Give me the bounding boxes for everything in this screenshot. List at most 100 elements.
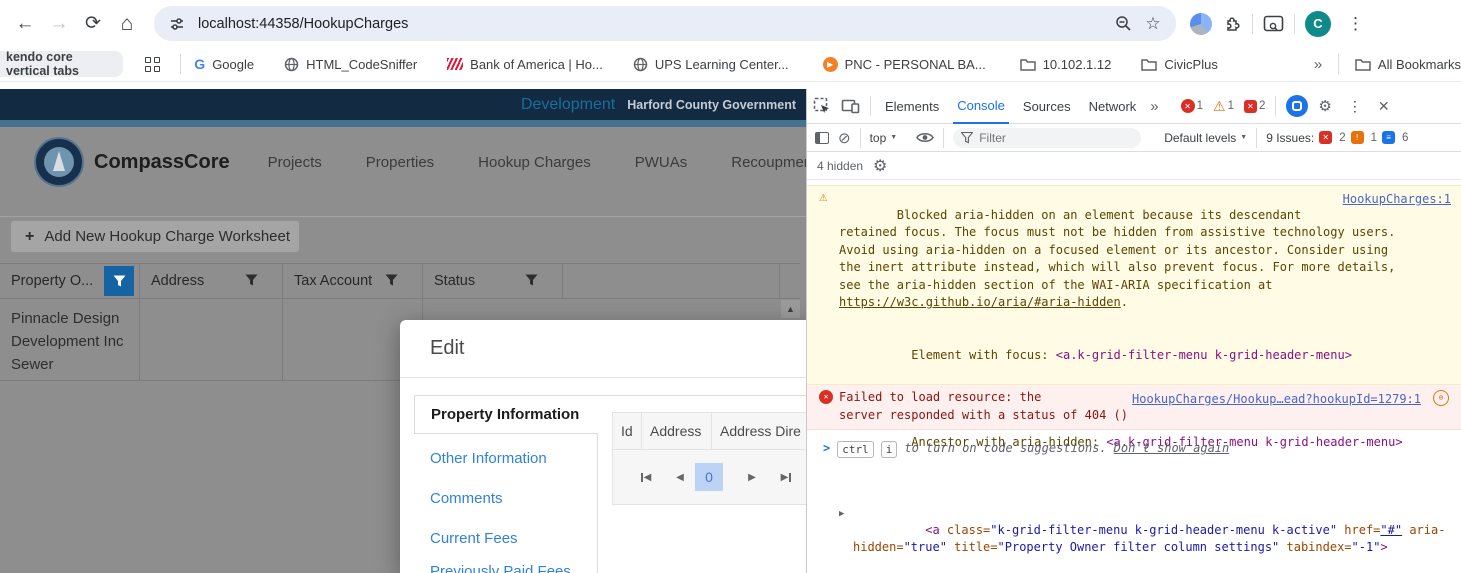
issue-bubble-badge[interactable]: ✕ 2 xyxy=(1244,99,1265,113)
bookmark-pnc[interactable]: ▶ PNC - PERSONAL BA... xyxy=(822,56,986,72)
chrome-menu-icon[interactable]: ⋮ xyxy=(1341,14,1370,34)
bookmark-google[interactable]: G Google xyxy=(194,56,254,72)
profile-avatar[interactable]: C xyxy=(1305,10,1331,37)
filter-menu-active-button[interactable] xyxy=(104,266,134,296)
hidden-messages-label: 4 hidden xyxy=(817,158,864,173)
tab-group-chip[interactable]: kendo core vertical tabs xyxy=(0,50,123,78)
levels-label: Default levels xyxy=(1164,130,1237,145)
next-page-icon: ▶ xyxy=(748,471,756,483)
column-header-tax-account[interactable]: Tax Account xyxy=(283,264,423,298)
device-toolbar-icon[interactable] xyxy=(841,98,860,114)
column-header-address[interactable]: Address xyxy=(140,264,283,298)
red-issue-count: 2 xyxy=(1339,131,1346,144)
column-label: Status xyxy=(434,273,476,289)
tab-console[interactable]: Console xyxy=(953,89,1009,124)
nav-item-projects[interactable]: Projects xyxy=(268,154,322,171)
home-icon[interactable]: ⌂ xyxy=(110,7,144,41)
log-levels-select[interactable]: Default levels ▼ xyxy=(1164,131,1247,145)
tab-previously-paid-fees[interactable]: Previously Paid Fees xyxy=(430,563,571,573)
error-source-link[interactable]: HookupCharges/Hookup…ead?hookupId=1279:1 xyxy=(1132,391,1421,409)
modal-column-address-direction[interactable]: Address Dire xyxy=(712,413,806,449)
nav-item-properties[interactable]: Properties xyxy=(366,154,434,171)
grid-scrollbar-up[interactable]: ▲ xyxy=(781,300,800,318)
bookmark-folder-civicplus[interactable]: CivicPlus xyxy=(1141,56,1218,72)
tab-other-information[interactable]: Other Information xyxy=(430,450,547,467)
live-expression-eye-icon[interactable] xyxy=(916,131,935,144)
forward-icon[interactable]: → xyxy=(42,7,76,41)
bookmark-folder-ip[interactable]: 10.102.1.12 xyxy=(1019,57,1111,72)
column-header-property-owner[interactable]: Property O... xyxy=(0,264,140,298)
devtools-ai-assistance-icon[interactable] xyxy=(1286,95,1309,117)
browser-chrome: ← → ⟳ ⌂ localhost:44358/HookupCharges ☆ xyxy=(0,0,1461,89)
add-worksheet-button[interactable]: + Add New Hookup Charge Worksheet xyxy=(10,220,300,253)
href-value-link[interactable]: "#" xyxy=(1380,523,1402,537)
bookmark-ups-learning[interactable]: UPS Learning Center... xyxy=(633,57,789,72)
tab-current-fees[interactable]: Current Fees xyxy=(430,530,518,547)
more-tabs-icon[interactable]: » xyxy=(1150,98,1158,115)
url-text[interactable]: localhost:44358/HookupCharges xyxy=(198,16,1112,32)
element-preview[interactable]: ▶ <a class="k-grid-filter-menu k-grid-hea… xyxy=(839,504,1449,573)
pager-first-icon[interactable]: ◀ xyxy=(633,464,659,490)
reload-icon[interactable]: ⟳ xyxy=(76,7,110,41)
dont-show-again-link[interactable]: Don't show again xyxy=(1114,440,1230,458)
tab-network[interactable]: Network xyxy=(1085,89,1141,124)
pager-current-page[interactable]: 0 xyxy=(695,463,723,491)
nav-item-pwuas[interactable]: PWUAs xyxy=(635,154,688,171)
modal-column-address[interactable]: Address xyxy=(642,413,712,449)
all-bookmarks[interactable]: All Bookmarks xyxy=(1355,57,1461,72)
pager-next-icon[interactable]: ▶ xyxy=(739,464,765,490)
console-filter-box[interactable] xyxy=(953,127,1142,148)
address-bar[interactable]: localhost:44358/HookupCharges ☆ xyxy=(154,6,1176,41)
toolbar-divider xyxy=(943,127,945,148)
compasscore-logo[interactable] xyxy=(34,137,84,187)
error-count-badge[interactable]: ✕ 1 xyxy=(1180,99,1203,113)
zoom-out-icon[interactable] xyxy=(1112,13,1134,35)
brand-title[interactable]: CompassCore xyxy=(94,151,230,174)
bookmark-html-codesniffer[interactable]: HTML_CodeSniffer xyxy=(284,57,417,72)
tab-elements[interactable]: Elements xyxy=(881,89,943,124)
focus-node-link[interactable]: <a.k-grid-filter-menu k-grid-header-menu… xyxy=(1056,348,1352,362)
bookmark-star-icon[interactable]: ☆ xyxy=(1142,13,1164,35)
back-icon[interactable]: ← xyxy=(8,7,42,41)
show-console-sidebar-icon[interactable] xyxy=(815,131,829,144)
tab-sources[interactable]: Sources xyxy=(1019,89,1075,124)
pager-last-icon[interactable]: ▶ xyxy=(773,464,799,490)
apps-grid-icon[interactable] xyxy=(144,56,160,72)
bookmark-label: CivicPlus xyxy=(1164,56,1218,72)
warning-count-badge[interactable]: ⚠ 1 xyxy=(1213,99,1234,113)
filter-icon[interactable] xyxy=(525,274,538,287)
console-settings-gear-icon[interactable]: ⚙ xyxy=(873,156,887,176)
spec-link[interactable]: https://w3c.github.io/aria/#aria-hidden xyxy=(839,295,1121,309)
console-prompt-row[interactable]: > ctrl i to turn on code suggestions. Do… xyxy=(807,437,1461,461)
nav-item-recoupments[interactable]: Recoupments and Surcharges xyxy=(731,154,806,171)
bookmark-bank-of-america[interactable]: Bank of America | Ho... xyxy=(447,57,603,72)
modal-column-id[interactable]: Id xyxy=(613,413,642,449)
environment-banner: Development Harford County Government xyxy=(0,89,806,120)
javascript-context-select[interactable]: top ▼ xyxy=(870,131,898,145)
site-settings-icon[interactable] xyxy=(166,13,188,35)
inspect-element-icon[interactable] xyxy=(813,97,831,115)
nav-item-hookup-charges[interactable]: Hookup Charges xyxy=(478,154,591,171)
bookmark-label: Google xyxy=(212,56,255,72)
side-panel-search-icon[interactable] xyxy=(1263,15,1284,33)
bookmarks-overflow-icon[interactable]: » xyxy=(1314,56,1322,73)
filter-icon[interactable] xyxy=(245,274,258,287)
disclosure-triangle-icon[interactable]: ▶ xyxy=(839,506,844,524)
clear-console-icon[interactable]: ⊘ xyxy=(838,129,851,147)
issues-summary[interactable]: 9 Issues: ✕ 2 ! 1 ≡ 6 xyxy=(1266,131,1408,145)
extensions-puzzle-icon[interactable] xyxy=(1222,14,1242,34)
devtools-menu-icon[interactable]: ⋮ xyxy=(1342,98,1368,115)
tab-property-information[interactable]: Property Information xyxy=(414,395,598,434)
explain-error-icon[interactable]: ⊜ xyxy=(1433,390,1449,406)
pager-previous-icon[interactable]: ◀ xyxy=(667,464,693,490)
close-devtools-icon[interactable]: ✕ xyxy=(1378,98,1390,115)
column-label: Address xyxy=(650,423,702,439)
grid-header-row: Property O... Address Tax Account Status xyxy=(0,263,800,299)
settings-gear-icon[interactable]: ⚙ xyxy=(1318,97,1331,115)
column-header-status[interactable]: Status xyxy=(423,264,563,298)
filter-input[interactable] xyxy=(979,130,1110,145)
bookmark-label: All Bookmarks xyxy=(1377,56,1461,72)
extension-circular-icon[interactable] xyxy=(1190,12,1212,35)
tab-comments[interactable]: Comments xyxy=(430,490,503,507)
filter-icon[interactable] xyxy=(385,274,398,287)
